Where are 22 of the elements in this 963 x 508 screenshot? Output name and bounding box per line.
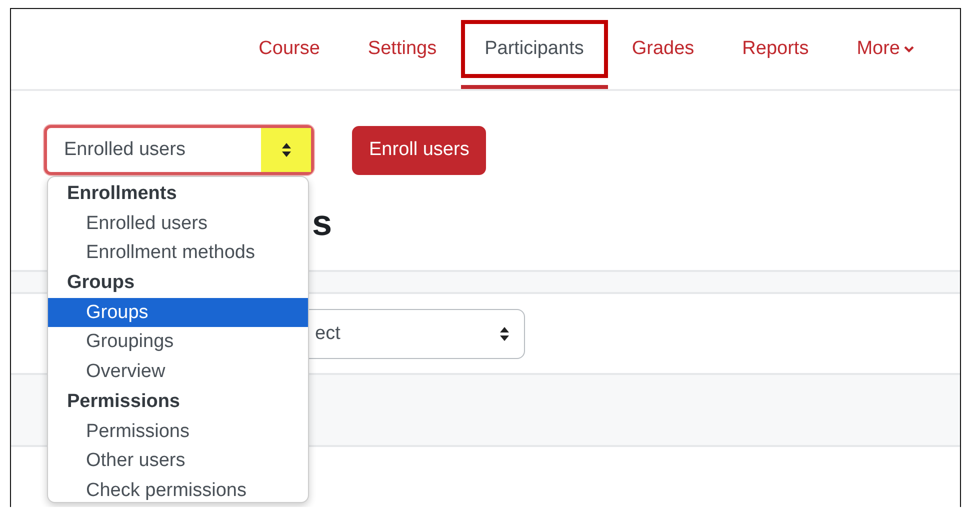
option-group-label: Enrollments <box>66 182 178 206</box>
more-menu[interactable]: More <box>832 20 938 78</box>
nav-tab[interactable]: Settings <box>344 20 461 78</box>
nav-tab[interactable]: Reports <box>718 20 833 78</box>
option-group-label: Groups <box>66 271 136 296</box>
dropdown-option[interactable]: Enrollment methods <box>48 238 308 268</box>
dropdown-option[interactable]: Check permissions <box>48 476 308 502</box>
page-heading: s <box>312 202 332 244</box>
navigation-select[interactable]: Enrolled users <box>44 125 314 175</box>
enroll-users-button[interactable]: Enroll users <box>352 126 486 174</box>
nav-tab[interactable]: Participants <box>460 20 608 78</box>
dropdown-option[interactable]: Enrolled users <box>48 208 308 238</box>
dropdown-option[interactable]: Overview <box>48 357 308 387</box>
nav-tab[interactable]: Course <box>234 20 344 78</box>
sort-arrows-icon <box>499 326 510 342</box>
sort-arrows-icon <box>280 142 292 158</box>
option-group-label: Permissions <box>66 390 181 414</box>
nav-tab[interactable]: Grades <box>608 20 718 78</box>
dropdown-option[interactable]: Permissions <box>48 416 308 446</box>
dropdown-option[interactable]: Other users <box>48 446 308 476</box>
chevron-down-icon <box>904 45 914 53</box>
dropdown-option[interactable]: Groups <box>48 298 308 328</box>
